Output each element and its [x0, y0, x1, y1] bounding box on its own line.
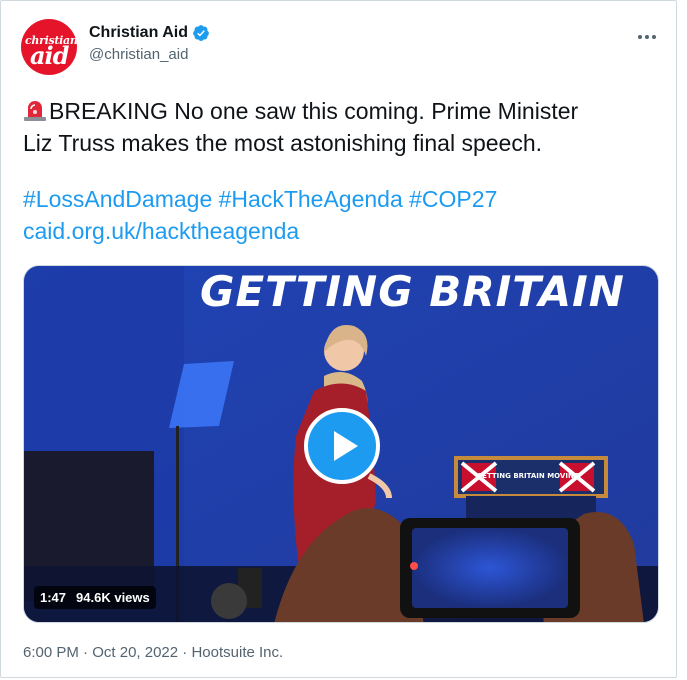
separator: ·: [182, 644, 188, 661]
hashtag-cop27[interactable]: #COP27: [409, 186, 497, 212]
backdrop-slogan: GETTING BRITAIN: [200, 267, 625, 316]
video-player[interactable]: GETTING BRITAIN GETTING BRITAIN MOVING 1…: [23, 265, 659, 623]
avatar-logo-bottom: aid: [30, 41, 69, 70]
tweet-line-1: BREAKING No one saw this coming. Prime M…: [23, 95, 663, 127]
display-name-link[interactable]: Christian Aid: [89, 24, 210, 42]
video-duration: 1:47: [40, 590, 67, 605]
tweet-card: christian aid Christian Aid @christian_a…: [0, 0, 677, 678]
avatar[interactable]: christian aid: [21, 19, 77, 75]
tweet-line-2: Liz Truss makes the most astonishing fin…: [23, 130, 543, 156]
verified-badge-icon: [193, 25, 209, 41]
play-button[interactable]: [304, 408, 380, 484]
tweet-metadata: 6:00 PM · Oct 20, 2022 · Hootsuite Inc.: [23, 644, 283, 661]
hashtag-loss-and-damage[interactable]: #LossAndDamage: [23, 186, 212, 212]
tweet-source[interactable]: Hootsuite Inc.: [191, 644, 283, 661]
author-block: Christian Aid @christian_aid: [89, 24, 210, 63]
video-views: 94.6K views: [76, 590, 150, 605]
tweet-date[interactable]: Oct 20, 2022: [92, 644, 178, 661]
tweet-text: BREAKING No one saw this coming. Prime M…: [23, 95, 663, 247]
siren-icon: [24, 101, 46, 121]
hashtag-hack-the-agenda[interactable]: #HackTheAgenda: [219, 186, 403, 212]
tweet-time[interactable]: 6:00 PM: [23, 644, 79, 661]
more-options-icon[interactable]: [633, 23, 661, 51]
tweet-header: christian aid Christian Aid @christian_a…: [21, 19, 661, 79]
hashtag-line: #LossAndDamage #HackTheAgenda #COP27: [23, 183, 663, 215]
tweet-link[interactable]: caid.org.uk/hacktheagenda: [23, 215, 663, 247]
play-icon: [333, 431, 358, 461]
video-info-badge: 1:47 94.6K views: [34, 586, 156, 609]
display-name: Christian Aid: [89, 24, 188, 41]
lectern-sign: GETTING BRITAIN MOVING: [476, 472, 579, 480]
tweet-line-1-text: BREAKING No one saw this coming. Prime M…: [49, 98, 579, 124]
handle[interactable]: @christian_aid: [89, 46, 210, 63]
separator: ·: [83, 644, 89, 661]
